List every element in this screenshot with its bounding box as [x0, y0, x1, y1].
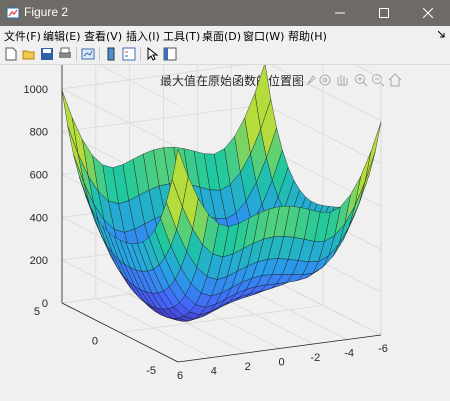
z-tick-label: 200: [30, 255, 48, 267]
y-tick-label: 5: [34, 306, 40, 318]
link-plot-icon: [81, 48, 95, 60]
insert-colorbar-icon: [107, 47, 115, 61]
insert-legend-button[interactable]: [121, 46, 137, 62]
insert-colorbar-button[interactable]: [103, 46, 119, 62]
minimize-icon: [335, 12, 345, 14]
print-icon: [59, 47, 71, 58]
property-inspector-button[interactable]: [162, 46, 178, 62]
menu-file[interactable]: 文件(F): [4, 28, 41, 44]
menu-tools[interactable]: 工具(T): [163, 28, 200, 44]
matlab-figure-icon: [6, 7, 20, 19]
z-tick-label: 1000: [24, 84, 48, 96]
x-tick-label: 2: [245, 361, 251, 373]
save-button[interactable]: [39, 46, 55, 62]
figure-toolbar: [0, 44, 450, 65]
new-figure-button[interactable]: [3, 46, 19, 62]
window-title: Figure 2: [24, 5, 69, 19]
select-arrow-button[interactable]: [144, 46, 160, 62]
property-inspector-icon: [163, 47, 177, 61]
x-tick-label: 4: [211, 366, 217, 378]
toolbar-separator: [140, 47, 141, 61]
menu-window[interactable]: 窗口(W): [243, 28, 284, 44]
z-tick-label: 0: [42, 298, 48, 310]
surface-patch: [364, 121, 382, 182]
x-tick-label: 6: [177, 370, 183, 382]
open-file-icon: [22, 50, 35, 60]
menu-help[interactable]: 帮助(H): [288, 28, 327, 44]
minimize-button[interactable]: [318, 0, 362, 26]
save-icon: [41, 48, 53, 60]
new-figure-icon: [5, 47, 17, 61]
z-tick-label: 600: [30, 170, 48, 182]
x-tick-label: 0: [278, 357, 284, 369]
toolbar-separator: [99, 47, 100, 61]
x-tick-label: -2: [310, 352, 320, 364]
toolbar-separator: [76, 47, 77, 61]
print-button[interactable]: [57, 46, 73, 62]
y-tick-label: -5: [146, 365, 156, 377]
z-tick-label: 400: [30, 212, 48, 224]
surface-plot: 02004006008001000120050-56420-2-4-6: [24, 65, 388, 382]
window-titlebar: Figure 2: [0, 0, 450, 26]
dock-arrow-icon[interactable]: [438, 31, 446, 39]
close-button[interactable]: [406, 0, 450, 26]
menu-view[interactable]: 查看(V): [84, 28, 122, 44]
menu-bar: 文件(F) 编辑(E) 查看(V) 插入(I) 工具(T) 桌面(D) 窗口(W…: [0, 26, 450, 44]
maximize-icon: [379, 8, 389, 18]
close-icon: [423, 8, 433, 18]
link-plot-button[interactable]: [80, 46, 96, 62]
menu-insert[interactable]: 插入(I): [126, 28, 160, 44]
figure-canvas[interactable]: 最大值在原始函数的位置图 02004006008001000120050-564…: [0, 65, 450, 401]
open-file-button[interactable]: [21, 46, 37, 62]
z-tick-label: 800: [30, 127, 48, 139]
menu-desktop[interactable]: 桌面(D): [202, 28, 241, 44]
select-arrow-icon: [147, 47, 159, 61]
maximize-button[interactable]: [362, 0, 406, 26]
x-tick-label: -6: [378, 343, 388, 355]
menu-edit[interactable]: 编辑(E): [43, 28, 81, 44]
x-tick-label: -4: [344, 348, 354, 360]
surface-patch: [61, 90, 79, 154]
y-tick-label: 0: [92, 336, 98, 348]
insert-legend-icon: [122, 47, 136, 61]
